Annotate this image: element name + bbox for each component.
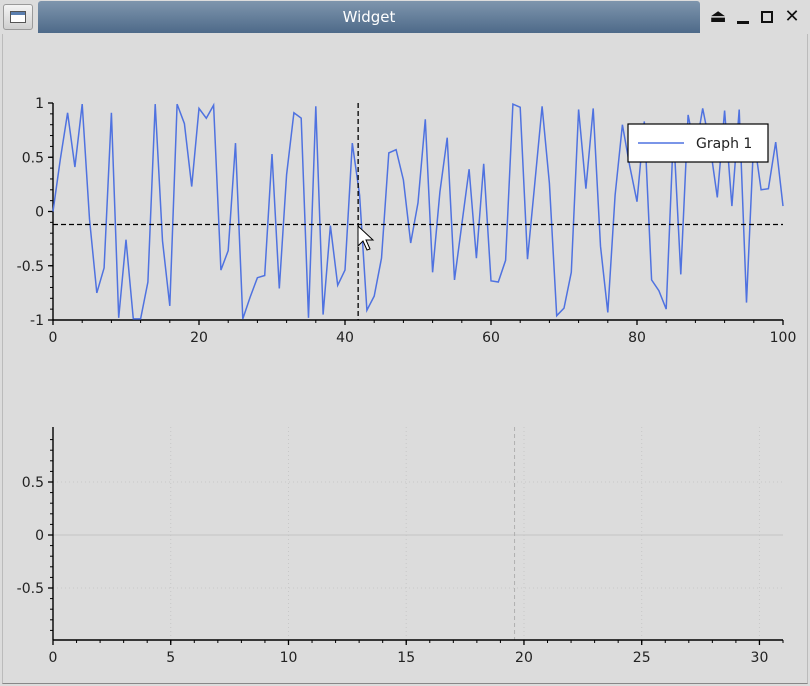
- x-tick-label: 15: [397, 650, 415, 666]
- y-tick-label: 0.5: [22, 475, 44, 491]
- x-tick-label: 30: [751, 650, 769, 666]
- x-tick-label: 5: [166, 650, 175, 666]
- x-tick-label: 20: [515, 650, 533, 666]
- x-tick-label: 25: [633, 650, 651, 666]
- plot-bottom[interactable]: 0.5 0 -0.5 0 5 10 15 20 25 30: [0, 0, 810, 686]
- x-tick-label: 10: [280, 650, 298, 666]
- y-tick-label: -0.5: [17, 581, 44, 597]
- x-tick-label: 0: [49, 650, 58, 666]
- y-tick-label: 0: [35, 528, 44, 544]
